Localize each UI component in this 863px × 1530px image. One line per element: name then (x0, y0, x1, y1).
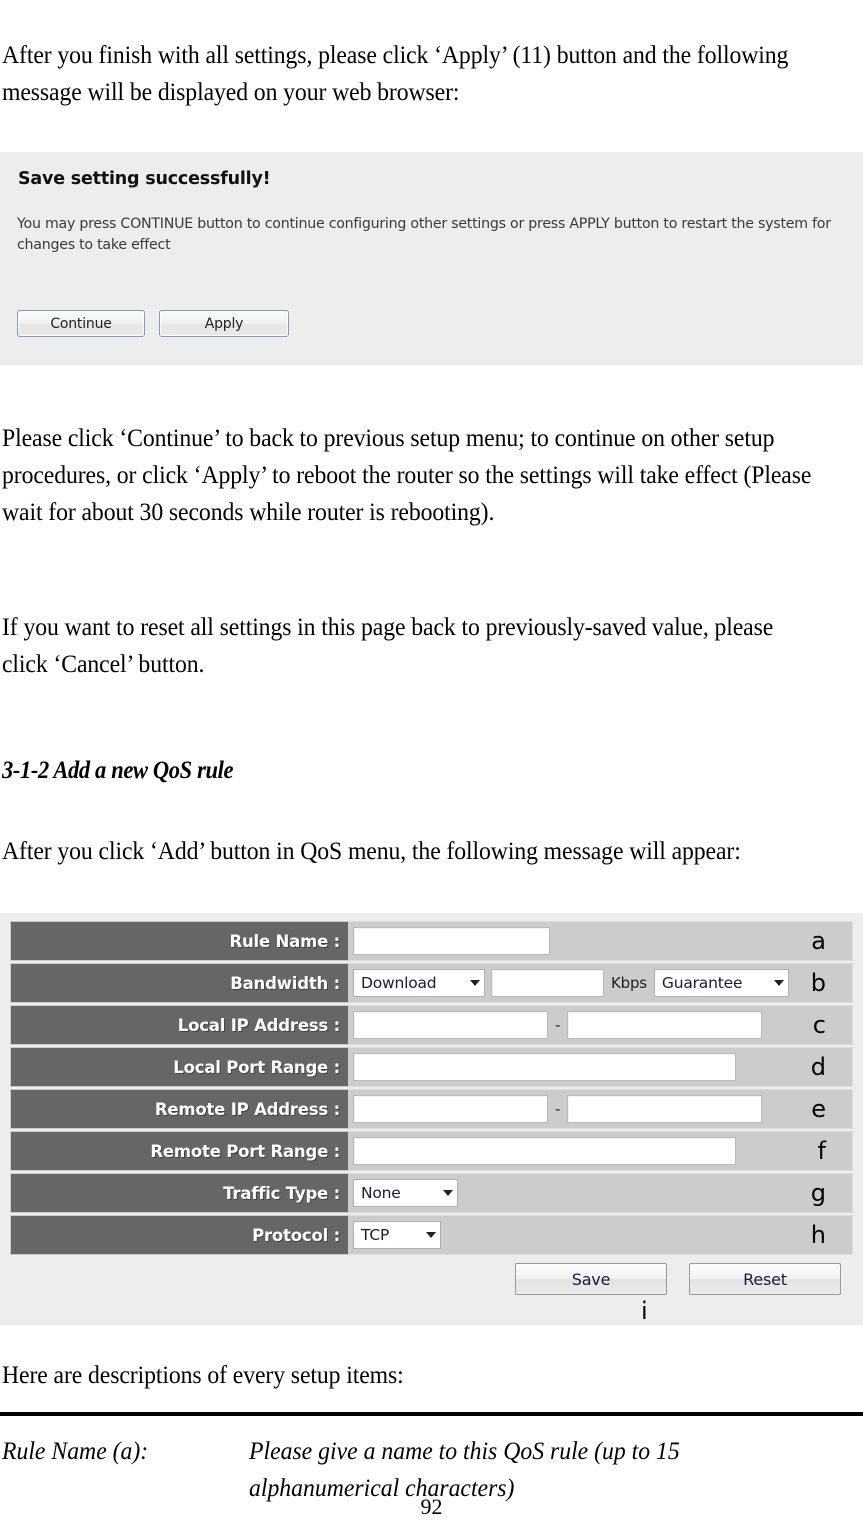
qos-field-remote-ip-address: - e (349, 1089, 853, 1129)
qos-row-local-ip-address: Local IP Address : - c (10, 1005, 853, 1045)
qos-letter-c: c (812, 1011, 826, 1039)
horizontal-rule (0, 1412, 863, 1416)
qos-field-protocol: TCP h (349, 1215, 853, 1255)
qos-field-rule-name: a (349, 921, 853, 961)
local-ip-from-input[interactable] (353, 1011, 548, 1039)
save-setting-dialog: Save setting successfully! You may press… (0, 152, 863, 365)
traffic-type-value: None (361, 1184, 401, 1202)
reset-button[interactable]: Reset (689, 1263, 841, 1295)
qos-field-bandwidth: Download Kbps Guarantee b (349, 963, 853, 1003)
rule-name-input[interactable] (353, 927, 550, 955)
remote-ip-to-input[interactable] (567, 1095, 763, 1123)
qos-field-local-ip-address: - c (349, 1005, 853, 1045)
descriptions-intro-paragraph: Here are descriptions of every setup ite… (2, 1360, 404, 1389)
bandwidth-unit-label: Kbps (611, 974, 647, 992)
qos-letter-g: g (810, 1179, 826, 1207)
chevron-down-icon (773, 980, 784, 986)
qos-field-local-port-range: d (349, 1047, 853, 1087)
save-dialog-title: Save setting successfully! (18, 169, 271, 189)
intro-paragraph: After you finish with all settings, plea… (2, 40, 789, 106)
qos-row-traffic-type: Traffic Type : None g (10, 1173, 853, 1213)
local-ip-range-separator: - (555, 1015, 561, 1034)
qos-row-local-port-range: Local Port Range : d (10, 1047, 853, 1087)
qos-label-remote-port-range: Remote Port Range : (10, 1131, 349, 1171)
add-rule-paragraph: After you click ‘Add’ button in QoS menu… (2, 836, 741, 865)
qos-letter-a: a (811, 927, 826, 955)
qos-row-protocol: Protocol : TCP h (10, 1215, 853, 1255)
qos-label-bandwidth: Bandwidth : (10, 963, 349, 1003)
bandwidth-mode-value: Guarantee (661, 974, 743, 992)
continue-button[interactable]: Continue (17, 310, 145, 337)
chevron-down-icon (443, 1190, 453, 1196)
qos-rule-form: Rule Name : a Bandwidth : Download Kbps … (0, 913, 863, 1325)
chevron-down-icon (426, 1232, 436, 1238)
qos-label-remote-ip-address: Remote IP Address : (10, 1089, 349, 1129)
qos-letter-i: i (641, 1297, 648, 1325)
traffic-type-select[interactable]: None (353, 1179, 458, 1207)
chevron-down-icon (470, 980, 480, 986)
qos-label-local-ip-address: Local IP Address : (10, 1005, 349, 1045)
qos-letter-d: d (810, 1053, 826, 1081)
page-number: 92 (420, 1494, 443, 1519)
qos-row-bandwidth: Bandwidth : Download Kbps Guarantee b (10, 963, 853, 1003)
description-term-rule-name: Rule Name (a): (2, 1436, 149, 1465)
bandwidth-direction-value: Download (361, 974, 437, 992)
remote-ip-range-separator: - (555, 1099, 561, 1118)
bandwidth-rate-input[interactable] (491, 969, 604, 997)
qos-form-action-bar: Save Reset (10, 1259, 853, 1299)
bandwidth-mode-select[interactable]: Guarantee (653, 969, 789, 997)
qos-letter-f: f (817, 1137, 826, 1165)
protocol-select[interactable]: TCP (353, 1221, 441, 1249)
apply-button[interactable]: Apply (159, 310, 289, 337)
qos-row-remote-ip-address: Remote IP Address : - e (10, 1089, 853, 1129)
qos-letter-e: e (811, 1095, 826, 1123)
continue-explanation-paragraph: Please click ‘Continue’ to back to previ… (2, 423, 812, 526)
qos-field-traffic-type: None g (349, 1173, 853, 1213)
save-button[interactable]: Save (515, 1263, 667, 1295)
protocol-value: TCP (361, 1226, 390, 1244)
qos-label-protocol: Protocol : (10, 1215, 349, 1255)
qos-label-traffic-type: Traffic Type : (10, 1173, 349, 1213)
qos-label-local-port-range: Local Port Range : (10, 1047, 349, 1087)
qos-label-rule-name: Rule Name : (10, 921, 349, 961)
section-heading: 3-1-2 Add a new QoS rule (2, 757, 234, 784)
qos-letter-b: b (810, 969, 826, 997)
reset-explanation-paragraph: If you want to reset all settings in thi… (2, 612, 774, 678)
qos-field-remote-port-range: f (349, 1131, 853, 1171)
qos-letter-h: h (810, 1221, 826, 1249)
local-port-range-input[interactable] (353, 1053, 736, 1081)
save-dialog-button-group: Continue Apply (17, 310, 289, 337)
local-ip-to-input[interactable] (567, 1011, 763, 1039)
save-dialog-message: You may press CONTINUE button to continu… (17, 216, 831, 253)
remote-port-range-input[interactable] (353, 1137, 736, 1165)
qos-row-rule-name: Rule Name : a (10, 921, 853, 961)
qos-row-remote-port-range: Remote Port Range : f (10, 1131, 853, 1171)
remote-ip-from-input[interactable] (353, 1095, 548, 1123)
bandwidth-direction-select[interactable]: Download (353, 969, 485, 997)
